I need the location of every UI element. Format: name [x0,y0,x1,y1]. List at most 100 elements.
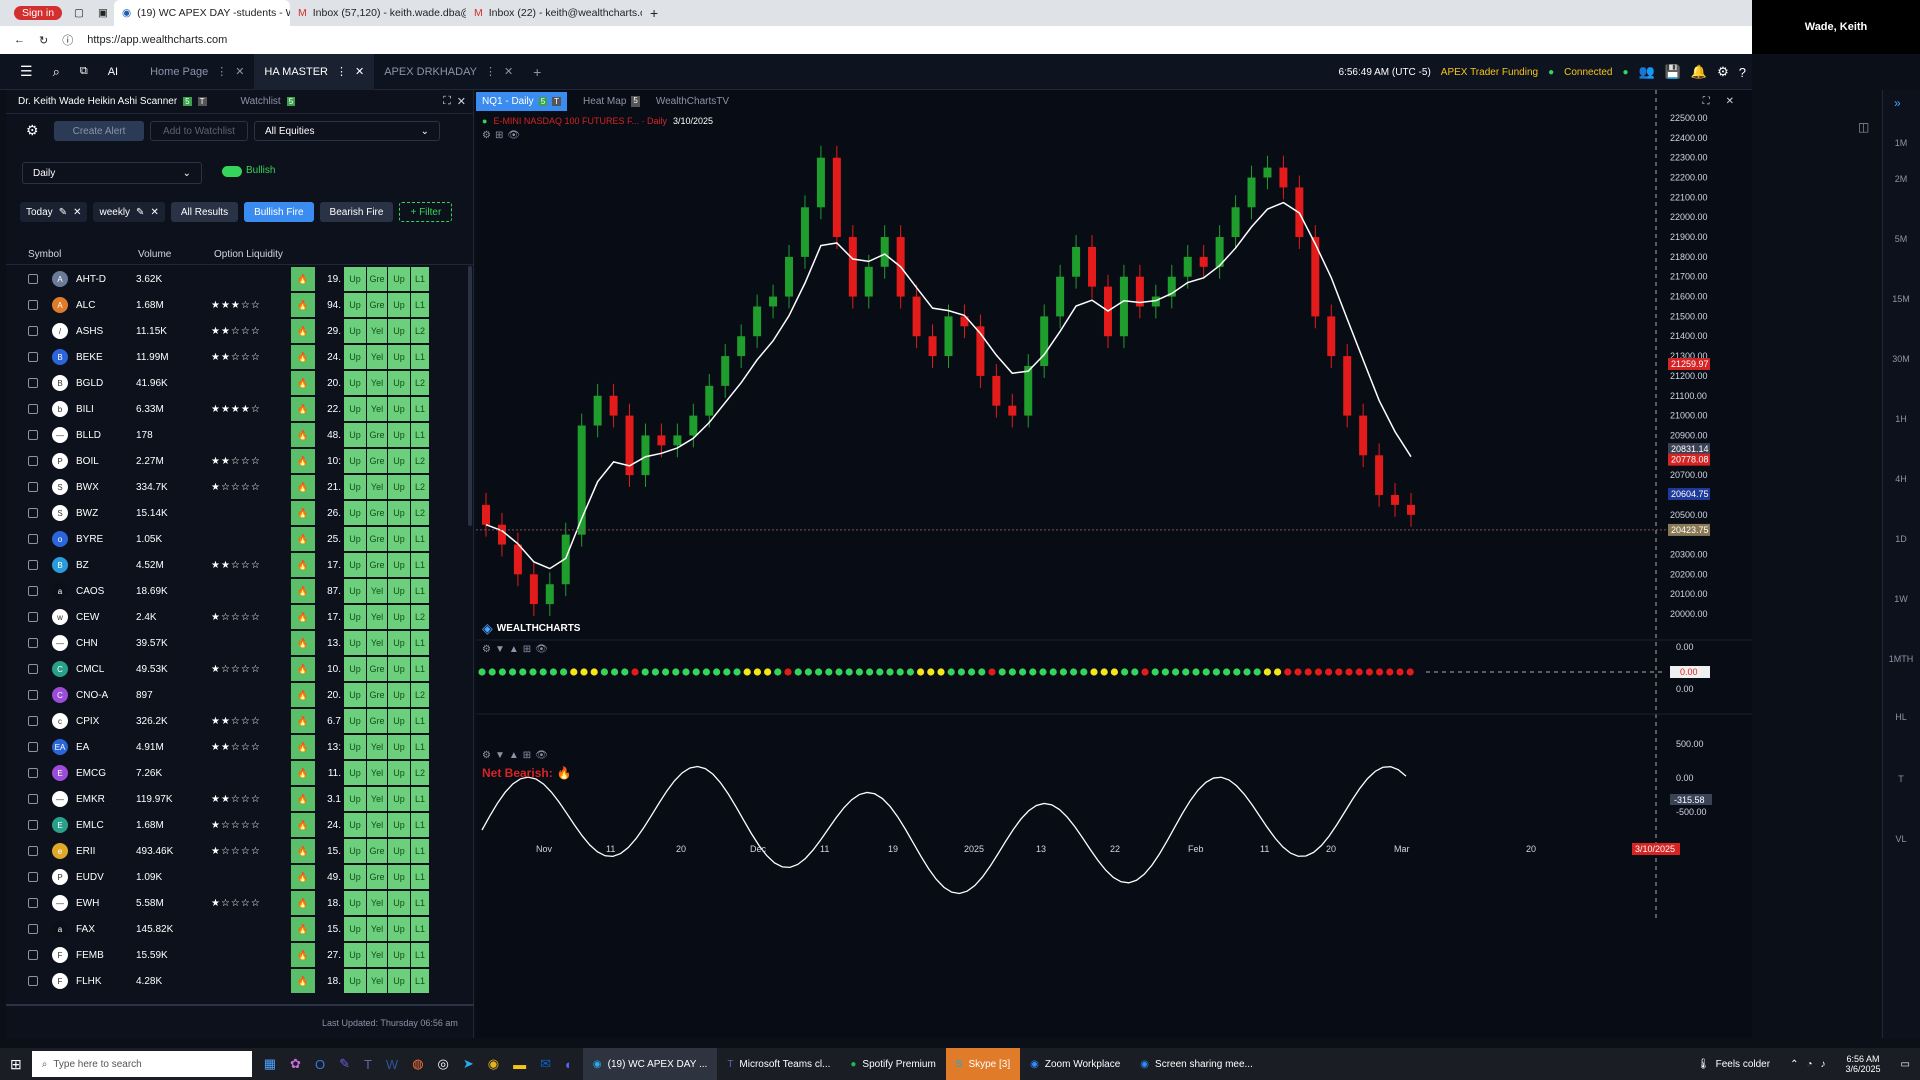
symbol-cell[interactable]: FAX [76,924,136,935]
down-icon[interactable]: ▼ [495,750,505,761]
timeframe-option[interactable]: 2M [1882,174,1920,184]
start-icon[interactable]: ⊞ [0,1048,32,1080]
symbol-cell[interactable]: BWX [76,482,136,493]
table-row[interactable]: E EMLC 1.68M ★☆☆☆☆ 🔥 24. Up Yel Up L1 [6,812,474,838]
row-checkbox[interactable] [28,482,38,492]
table-row[interactable]: P EUDV 1.09K 🔥 49. Up Gre Up L1 [6,864,474,890]
row-checkbox[interactable] [28,898,38,908]
close-icon[interactable]: ✕ [504,65,513,78]
site-info-icon[interactable]: ⓘ [62,32,73,48]
symbol-cell[interactable]: ALC [76,300,136,311]
table-row[interactable]: w CEW 2.4K ★☆☆☆☆ 🔥 17. Up Yel Up L2 [6,604,474,630]
row-checkbox[interactable] [28,326,38,336]
new-tab-icon[interactable]: + [642,2,666,24]
row-checkbox[interactable] [28,820,38,830]
row-checkbox[interactable] [28,378,38,388]
timeframe-select[interactable]: Daily ⌄ [22,162,202,184]
symbol-cell[interactable]: CNO-A [76,690,136,701]
tab-actions-icon[interactable]: ▣ [90,2,114,24]
add-icon[interactable]: ⊞ [523,644,531,655]
add-icon[interactable]: ⊞ [523,750,531,761]
tab-home-page[interactable]: Home Page ⋮ ✕ [140,54,254,90]
row-checkbox[interactable] [28,274,38,284]
chevron-up-icon[interactable]: ⌃ [1790,1059,1798,1070]
column-option-liquidity[interactable]: Option Liquidity [214,249,283,260]
table-row[interactable]: — EMKR 119.97K ★★☆☆☆ 🔥 3.1 Up Yel Up L1 [6,786,474,812]
table-row[interactable]: S BWX 334.7K ★☆☆☆☆ 🔥 21. Up Yel Up L2 [6,474,474,500]
settings-icon[interactable]: ⚙ [482,644,491,655]
table-row[interactable]: e ERII 493.46K ★☆☆☆☆ 🔥 15. Up Gre Up L1 [6,838,474,864]
symbol-cell[interactable]: BILI [76,404,136,415]
users-icon[interactable]: 👥 [1639,64,1655,80]
edit-icon[interactable]: ✎ [136,207,144,218]
timeframe-option[interactable]: VL [1882,834,1920,844]
layouts-icon[interactable]: ⧉ [70,54,98,90]
back-icon[interactable]: ← [14,34,25,46]
symbol-cell[interactable]: CAOS [76,586,136,597]
settings-gear-icon[interactable]: ⚙ [26,122,39,139]
table-row[interactable]: a CAOS 18.69K 🔥 87. Up Yel Up L1 [6,578,474,604]
up-icon[interactable]: ▲ [509,644,519,655]
workspaces-icon[interactable]: ▢ [66,2,90,24]
symbol-cell[interactable]: CPIX [76,716,136,727]
symbol-cell[interactable]: BGLD [76,378,136,389]
expand-icon[interactable]: » [1894,96,1901,110]
reload-icon[interactable]: ↻ [39,34,48,47]
add-filter-button[interactable]: + Filter [399,202,453,222]
teams-icon[interactable]: T [364,1057,372,1072]
taskbar-item-screenshare[interactable]: ◉ Screen sharing mee... [1130,1048,1263,1080]
settings-icon[interactable]: ⚙ [482,750,491,761]
eye-icon[interactable]: 👁 [535,750,548,761]
table-row[interactable]: A ALC 1.68M ★★★☆☆ 🔥 94. Up Gre Up L1 [6,292,474,318]
search-icon[interactable]: ⌕ [43,54,70,90]
ai-button[interactable]: AI [98,54,128,90]
table-row[interactable]: F FEMB 15.59K 🔥 27. Up Yel Up L1 [6,942,474,968]
taskbar-search[interactable]: ⌕ Type here to search [31,1051,252,1077]
table-row[interactable]: C CNO-A 897 🔥 20. Up Gre Up L2 [6,682,474,708]
close-icon[interactable]: ✕ [457,95,466,108]
symbol-cell[interactable]: CHN [76,638,136,649]
account-name[interactable]: APEX Trader Funding [1441,67,1538,78]
table-row[interactable]: a FAX 145.82K 🔥 15. Up Yel Up L1 [6,916,474,942]
symbol-cell[interactable]: ASHS [76,326,136,337]
word-icon[interactable]: W [386,1057,398,1072]
add-to-watchlist-button[interactable]: Add to Watchlist [150,121,248,141]
clock[interactable]: 6:56 AM 3/6/2025 [1836,1048,1891,1080]
symbol-cell[interactable]: BZ [76,560,136,571]
bell-icon[interactable]: 🔔 [1691,64,1707,80]
taskview-icon[interactable]: ▦ [264,1056,276,1072]
timeframe-option[interactable]: T [1882,774,1920,784]
edit-icon[interactable]: ✎ [59,207,67,218]
symbol-cell[interactable]: ERII [76,846,136,857]
close-icon[interactable]: ✕ [73,207,81,218]
add-tab-icon[interactable]: + [523,54,551,90]
up-icon[interactable]: ▲ [509,750,519,761]
row-checkbox[interactable] [28,300,38,310]
bearish-fire-button[interactable]: Bearish Fire [319,202,394,222]
close-icon[interactable]: ✕ [150,207,158,218]
timeframe-option[interactable]: 4H [1882,474,1920,484]
discord-icon[interactable]: ◐ [565,1057,573,1072]
timeframe-option[interactable]: 15M [1882,294,1920,304]
column-symbol[interactable]: Symbol [28,249,138,260]
symbol-cell[interactable]: EMCG [76,768,136,779]
table-row[interactable]: EA EA 4.91M ★★☆☆☆ 🔥 13: Up Yel Up L1 [6,734,474,760]
app-icon[interactable]: ◎ [438,1056,449,1072]
symbol-cell[interactable]: BLLD [76,430,136,441]
row-checkbox[interactable] [28,586,38,596]
universe-select[interactable]: All Equities ⌄ [254,121,440,141]
create-alert-button[interactable]: Create Alert [54,121,144,141]
row-checkbox[interactable] [28,534,38,544]
timeframe-option[interactable]: 5M [1882,234,1920,244]
browser-tab-inbox1[interactable]: M Inbox (57,120) - keith.wade.dba@✕ [290,2,466,24]
bullish-fire-button[interactable]: Bullish Fire [244,202,314,222]
save-icon[interactable]: 💾 [1665,64,1681,80]
row-checkbox[interactable] [28,456,38,466]
table-row[interactable]: — BLLD 178 🔥 48. Up Gre Up L1 [6,422,474,448]
timeframe-option[interactable]: 1H [1882,414,1920,424]
row-checkbox[interactable] [28,950,38,960]
taskbar-item-spotify[interactable]: ● Spotify Premium [840,1048,945,1080]
symbol-cell[interactable]: EWH [76,898,136,909]
row-checkbox[interactable] [28,352,38,362]
more-icon[interactable]: ⋮ [216,65,227,78]
